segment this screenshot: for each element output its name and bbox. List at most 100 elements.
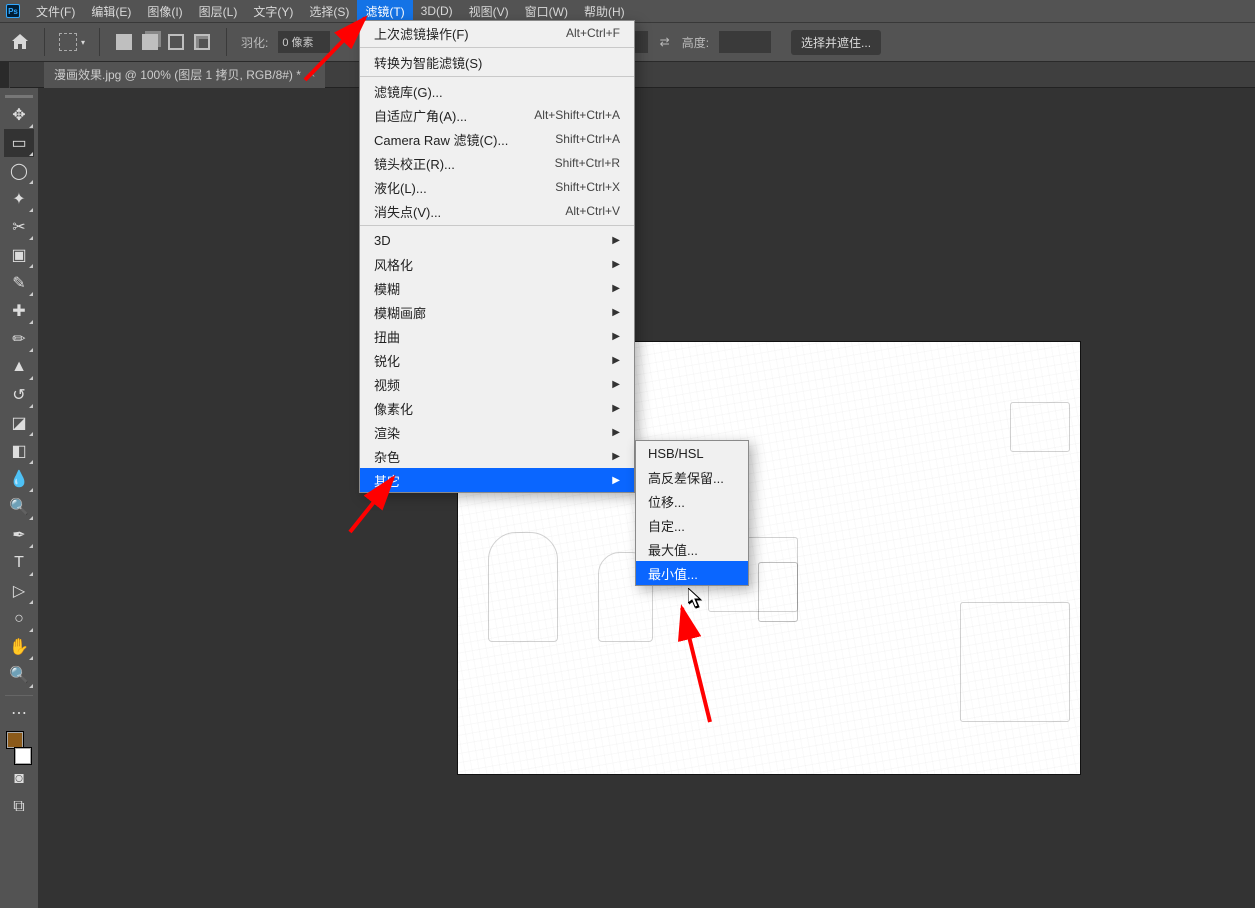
submenu-item-label: HSB/HSL: [648, 446, 704, 461]
filter-menu-item[interactable]: 像素化▶: [360, 396, 634, 420]
stamp-tool[interactable]: ▲: [4, 353, 34, 381]
filter-menu-item[interactable]: 渲染 ▶: [360, 420, 634, 444]
tab-handle[interactable]: [0, 62, 10, 88]
filter-menu-item[interactable]: 消失点(V)...Alt+Ctrl+V: [360, 199, 634, 223]
background-color[interactable]: [14, 747, 32, 765]
menu-image[interactable]: 图像(I): [139, 0, 190, 23]
submenu-item-label: 最小值...: [648, 564, 698, 583]
gradient-tool[interactable]: ◧: [4, 437, 34, 465]
submenu-arrow-icon: ▶: [612, 283, 620, 294]
toolbar-grip[interactable]: [5, 95, 33, 98]
menu-file[interactable]: 文件(F): [28, 0, 83, 23]
eyedropper-tool[interactable]: ✎: [4, 269, 34, 297]
type-tool[interactable]: T: [4, 549, 34, 577]
submenu-arrow-icon: ▶: [612, 427, 620, 438]
menu-item-label: 3D: [374, 233, 391, 248]
shape-tool[interactable]: ○: [4, 605, 34, 633]
selection-subtract-icon[interactable]: [166, 32, 186, 52]
brush-tool[interactable]: ✏: [4, 325, 34, 353]
hand-tool[interactable]: ✋: [4, 633, 34, 661]
menu-shortcut: Alt+Ctrl+V: [565, 204, 620, 218]
submenu-arrow-icon: ▶: [612, 451, 620, 462]
filter-menu-item[interactable]: Camera Raw 滤镜(C)...Shift+Ctrl+A: [360, 127, 634, 151]
cursor-icon: [688, 588, 702, 613]
menu-edit[interactable]: 编辑(E): [83, 0, 139, 23]
ps-logo: Ps: [6, 4, 20, 18]
home-button[interactable]: [10, 33, 30, 51]
path-select-tool[interactable]: ▷: [4, 577, 34, 605]
healing-tool[interactable]: ✚: [4, 297, 34, 325]
filter-menu-item[interactable]: 自适应广角(A)...Alt+Shift+Ctrl+A: [360, 103, 634, 127]
submenu-item[interactable]: 最小值...: [636, 561, 748, 585]
selection-new-icon[interactable]: [114, 32, 134, 52]
menu-layer[interactable]: 图层(L): [191, 0, 246, 23]
select-and-mask-button[interactable]: 选择并遮住...: [791, 30, 881, 55]
submenu-item-label: 位移...: [648, 492, 685, 511]
menu-item-label: 扭曲: [374, 327, 400, 346]
menu-item-label: 模糊: [374, 279, 400, 298]
submenu-item[interactable]: 最大值...: [636, 537, 748, 561]
submenu-item-label: 最大值...: [648, 540, 698, 559]
filter-menu-item[interactable]: 镜头校正(R)...Shift+Ctrl+R: [360, 151, 634, 175]
annotation-arrow: [345, 470, 405, 545]
dodge-tool[interactable]: 🔍: [4, 493, 34, 521]
filter-menu-item[interactable]: 视频 ▶: [360, 372, 634, 396]
submenu-arrow-icon: ▶: [612, 331, 620, 342]
filter-menu-item[interactable]: 3D▶: [360, 228, 634, 252]
menu-item-label: 液化(L)...: [374, 178, 427, 197]
height-input[interactable]: [719, 31, 771, 53]
submenu-item[interactable]: HSB/HSL: [636, 441, 748, 465]
lasso-tool[interactable]: ◯: [4, 157, 34, 185]
quick-mask-button[interactable]: ◙: [4, 765, 34, 793]
filter-menu-item[interactable]: 扭曲 ▶: [360, 324, 634, 348]
filter-menu-item[interactable]: 锐化▶: [360, 348, 634, 372]
submenu-item[interactable]: 自定...: [636, 513, 748, 537]
move-tool[interactable]: ✥: [4, 101, 34, 129]
filter-menu-item[interactable]: 杂色▶: [360, 444, 634, 468]
submenu-arrow-icon: ▶: [612, 259, 620, 270]
frame-tool[interactable]: ▣: [4, 241, 34, 269]
zoom-tool[interactable]: 🔍: [4, 661, 34, 689]
filter-menu-item[interactable]: 风格化▶: [360, 252, 634, 276]
sketch-shape: [1010, 402, 1070, 452]
menu-3d[interactable]: 3D(D): [413, 1, 461, 21]
menu-type[interactable]: 文字(Y): [245, 0, 301, 23]
filter-menu-item[interactable]: 上次滤镜操作(F)Alt+Ctrl+F: [360, 21, 634, 45]
submenu-item[interactable]: 高反差保留...: [636, 465, 748, 489]
filter-menu-item[interactable]: 滤镜库(G)...: [360, 79, 634, 103]
filter-menu-item[interactable]: 液化(L)...Shift+Ctrl+X: [360, 175, 634, 199]
menu-shortcut: Alt+Shift+Ctrl+A: [534, 108, 620, 122]
crop-tool[interactable]: ✂: [4, 213, 34, 241]
menu-item-label: 视频: [374, 375, 400, 394]
filter-menu-item[interactable]: 转换为智能滤镜(S): [360, 50, 634, 74]
blur-tool[interactable]: 💧: [4, 465, 34, 493]
screen-mode-button[interactable]: ⧉: [4, 793, 34, 821]
filter-menu-item[interactable]: 模糊画廊▶: [360, 300, 634, 324]
filter-menu-item[interactable]: 模糊 ▶: [360, 276, 634, 300]
color-swatches[interactable]: [4, 731, 34, 765]
menu-item-label: 渲染: [374, 423, 400, 442]
quick-select-tool[interactable]: ✦: [4, 185, 34, 213]
eraser-tool[interactable]: ◪: [4, 409, 34, 437]
swap-dimensions-icon[interactable]: ⇄: [660, 35, 670, 49]
menu-item-label: 模糊画廊: [374, 303, 426, 322]
feather-label: 羽化:: [241, 34, 268, 51]
submenu-item[interactable]: 位移...: [636, 489, 748, 513]
submenu-arrow-icon: ▶: [612, 475, 620, 486]
document-tab[interactable]: 漫画效果.jpg @ 100% (图层 1 拷贝, RGB/8#) * ×: [44, 62, 325, 88]
selection-add-icon[interactable]: [140, 32, 160, 52]
height-label: 高度:: [682, 34, 709, 51]
marquee-tool[interactable]: ▭: [4, 129, 34, 157]
marquee-preset[interactable]: ▾: [59, 33, 85, 51]
submenu-arrow-icon: ▶: [612, 379, 620, 390]
submenu-arrow-icon: ▶: [612, 355, 620, 366]
selection-intersect-icon[interactable]: [192, 32, 212, 52]
menu-item-label: 滤镜库(G)...: [374, 82, 443, 101]
menu-shortcut: Shift+Ctrl+A: [555, 132, 620, 146]
pen-tool[interactable]: ✒: [4, 521, 34, 549]
edit-toolbar-button[interactable]: ⋯: [4, 699, 34, 727]
menu-shortcut: Alt+Ctrl+F: [566, 26, 620, 40]
history-brush-tool[interactable]: ↺: [4, 381, 34, 409]
submenu-item-label: 自定...: [648, 516, 685, 535]
tools-panel: ✥▭◯✦✂▣✎✚✏▲↺◪◧💧🔍✒T▷○✋🔍 ⋯ ◙ ⧉: [0, 88, 38, 908]
